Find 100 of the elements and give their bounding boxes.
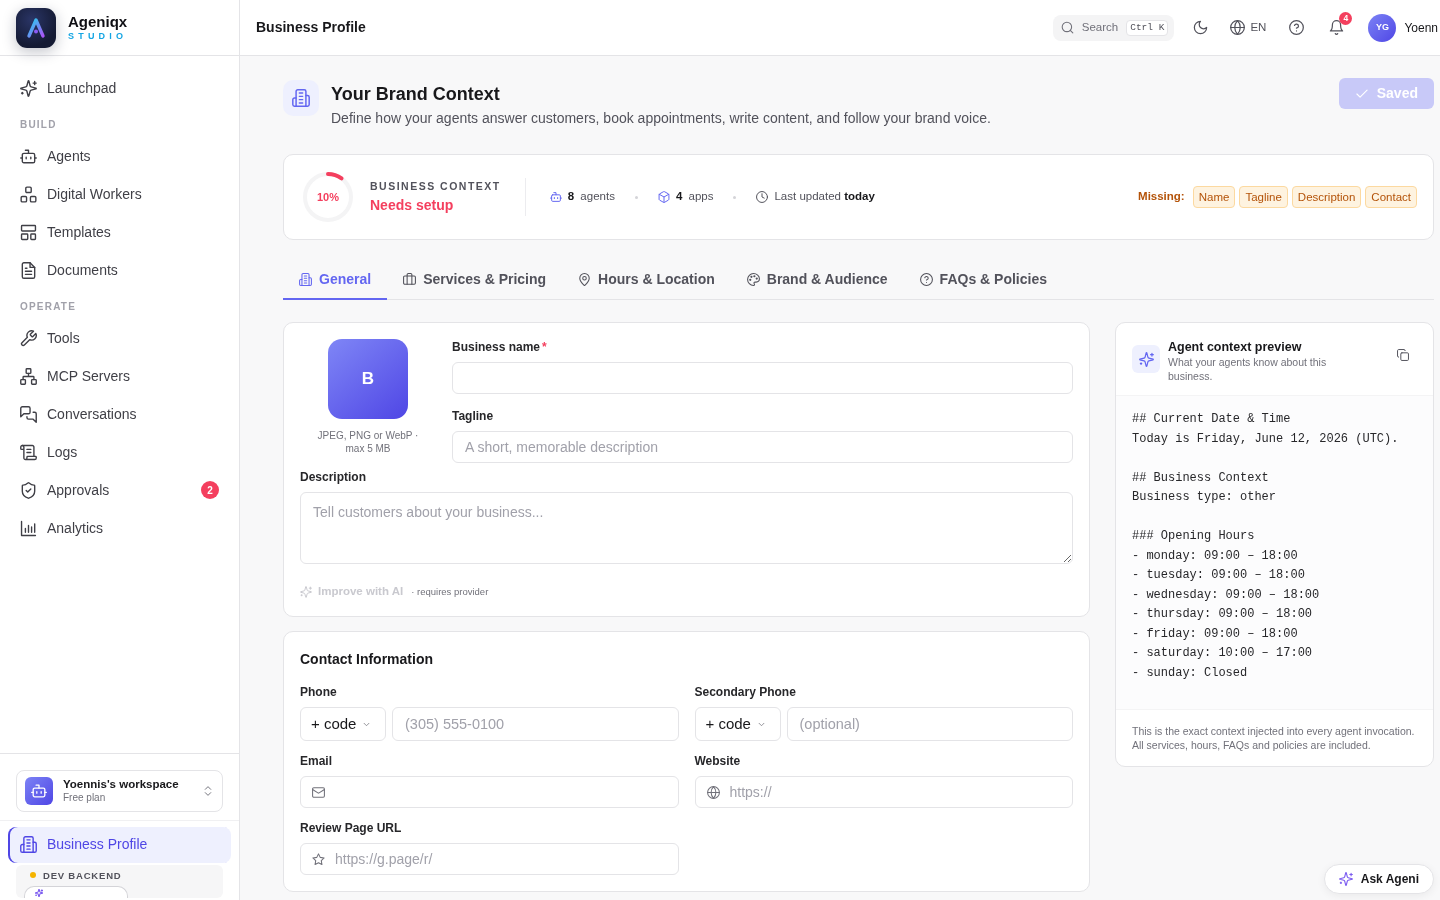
- field-label: Email: [300, 753, 333, 770]
- workspace-switcher[interactable]: Yoennis's workspace Free plan: [16, 769, 223, 812]
- country-code-select[interactable]: + code: [694, 707, 781, 742]
- text-field[interactable]: [452, 362, 1073, 394]
- nav-item[interactable]: Analytics: [8, 510, 231, 546]
- tab[interactable]: Brand & Audience: [730, 260, 904, 300]
- map-pin-icon: [578, 272, 592, 286]
- preview-footnote: This is the exact context injected into every agent invocation. All services, hours, FAQs and policies are included.: [1116, 708, 1433, 766]
- nav-item[interactable]: Documents: [8, 252, 231, 288]
- context-line: - friday: 09:00 – 18:00: [1132, 625, 1299, 643]
- description-field[interactable]: Tell customers about your business...: [300, 492, 1073, 564]
- mail-icon: [312, 785, 325, 799]
- nav-item[interactable]: Conversations: [8, 396, 231, 432]
- missing-tag: Contact: [1365, 186, 1417, 208]
- context-line: - wednesday: 09:00 – 18:00: [1132, 586, 1321, 604]
- palette-icon: [746, 272, 760, 286]
- building-icon: [20, 836, 37, 854]
- user-menu-button[interactable]: YG Yoenn: [1368, 13, 1438, 42]
- search-button[interactable]: Search Ctrl K: [1052, 14, 1175, 41]
- phone-field[interactable]: (305) 555-0100: [392, 707, 679, 742]
- website-field[interactable]: https://: [694, 776, 1073, 809]
- phone-field[interactable]: (optional): [786, 707, 1073, 742]
- status-dot-icon: [30, 872, 36, 879]
- tab[interactable]: FAQs & Policies: [903, 260, 1063, 300]
- user-avatar: YG: [1368, 13, 1397, 42]
- email-field[interactable]: [300, 776, 679, 809]
- field-label: Secondary Phone: [694, 684, 797, 701]
- help-icon: [1288, 20, 1304, 35]
- stat-text: Last updated today: [774, 189, 876, 205]
- copy-button[interactable]: [1397, 349, 1409, 361]
- stat-text: 8 agents: [567, 189, 615, 205]
- tab[interactable]: General: [283, 260, 388, 300]
- logo-icon: [16, 7, 56, 48]
- context-line: Today is Friday, June 12, 2026 (UTC).: [1132, 430, 1400, 448]
- sparkle-icon: [35, 888, 43, 897]
- preview-subtitle: What your agents know about this business.: [1168, 356, 1328, 383]
- nav-item[interactable]: Tools: [8, 320, 231, 356]
- wrench-icon: [20, 329, 37, 347]
- tab[interactable]: Hours & Location: [562, 260, 731, 300]
- tab[interactable]: Services & Pricing: [387, 260, 563, 300]
- building-icon: [283, 80, 319, 116]
- nav-item[interactable]: Templates: [8, 214, 231, 250]
- review-url-field[interactable]: https://g.page/r/: [300, 843, 679, 876]
- globe-icon: [706, 785, 720, 799]
- context-line: ## Business Context: [1132, 469, 1270, 487]
- clock-icon: [756, 191, 769, 203]
- section-heading: BUILD: [19, 118, 58, 132]
- nav-item[interactable]: Digital Workers: [8, 176, 231, 212]
- field-label: Business name *: [452, 339, 548, 355]
- context-line: - sunday: Closed: [1132, 664, 1249, 682]
- context-line: ## Current Date & Time: [1132, 411, 1292, 428]
- cube-icon: [657, 191, 670, 203]
- nav-item[interactable]: Agents: [8, 138, 231, 174]
- status-heading: BUSINESS CONTEXT: [370, 179, 501, 193]
- building-icon: [299, 272, 312, 286]
- sparkles-icon: [1132, 345, 1160, 373]
- brand-subtitle: STUDIO: [68, 30, 128, 42]
- context-line: - tuesday: 09:00 – 18:00: [1132, 567, 1306, 584]
- missing-label: Missing:: [1138, 189, 1185, 205]
- sparkles-icon: [300, 585, 312, 598]
- nav-item[interactable]: MCP Servers: [8, 358, 231, 394]
- field-label: Website: [694, 753, 742, 770]
- sparkles-icon: [20, 79, 37, 97]
- text-field[interactable]: A short, memorable description: [452, 431, 1073, 463]
- ask-assistant-button[interactable]: Ask Ageni: [1323, 864, 1434, 894]
- language-button[interactable]: EN: [1226, 13, 1271, 42]
- bar-chart-icon: [20, 519, 37, 537]
- context-line: - saturday: 10:00 – 17:00: [1132, 645, 1314, 662]
- notifications-button[interactable]: 4: [1322, 13, 1351, 42]
- requires-note: · requires provider: [411, 584, 489, 599]
- context-line: ### Opening Hours: [1132, 528, 1256, 545]
- preview-title: Agent context preview: [1168, 339, 1303, 355]
- context-line: - monday: 09:00 – 18:00: [1132, 547, 1299, 565]
- moon-icon: [1192, 20, 1208, 35]
- shortcut-hint: Ctrl K: [1126, 19, 1169, 36]
- brand-name: Ageniqx: [68, 13, 128, 30]
- bell-icon: [1328, 20, 1344, 35]
- network-icon: [20, 367, 37, 385]
- sparkles-icon: [1338, 872, 1353, 886]
- country-code-select[interactable]: + code: [300, 707, 386, 742]
- copy-icon: [1397, 349, 1409, 361]
- progress-reading: 10%: [316, 190, 340, 205]
- page-title: Business Profile: [256, 18, 366, 37]
- missing-tag: Name: [1192, 186, 1236, 208]
- field-label: Review Page URL: [300, 820, 403, 837]
- nav-item[interactable]: Business Profile: [8, 826, 231, 863]
- upload-hint: JPEG, PNG or WebP · max 5 MB: [316, 429, 420, 455]
- nav-item[interactable]: Launchpad: [8, 70, 231, 106]
- stat-text: 4 apps: [675, 189, 714, 205]
- nav-item[interactable]: Approvals 2: [8, 472, 231, 508]
- page-heading: Your Brand Context: [331, 83, 501, 106]
- missing-tag: Description: [1291, 186, 1362, 208]
- notification-badge: 4: [1339, 11, 1353, 25]
- field-label: Tagline: [452, 408, 495, 424]
- context-line: - thursday: 09:00 – 18:00: [1132, 606, 1314, 623]
- nav-item[interactable]: Logs: [8, 434, 231, 470]
- backend-selector[interactable]: [24, 886, 128, 898]
- globe-icon: [1230, 20, 1246, 35]
- section-title: Contact Information: [300, 650, 434, 669]
- logo-upload[interactable]: B: [328, 339, 408, 419]
